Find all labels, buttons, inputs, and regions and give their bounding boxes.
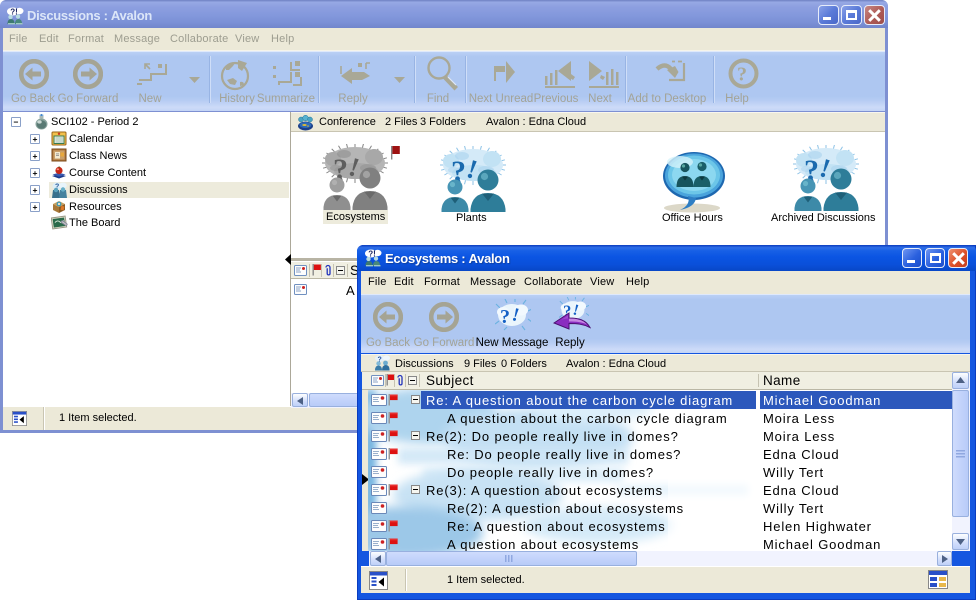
svg-text:?: ? [500,306,510,328]
svg-text:?: ? [737,64,747,86]
